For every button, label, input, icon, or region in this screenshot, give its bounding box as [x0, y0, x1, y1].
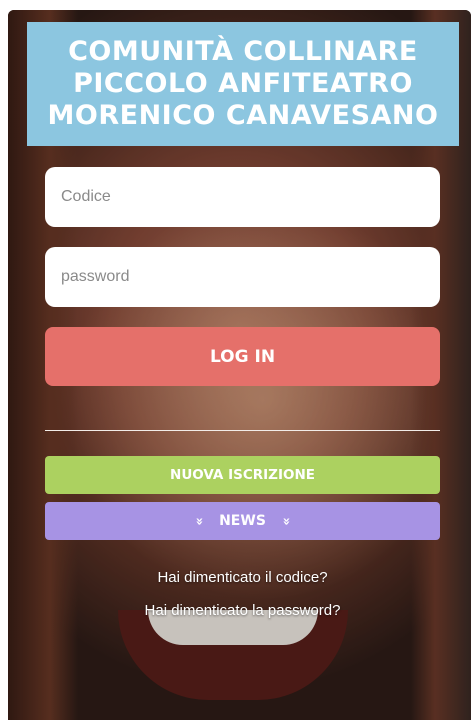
code-input[interactable]	[45, 167, 440, 227]
double-chevron-down-icon: »	[191, 516, 207, 526]
title-line-2: PICCOLO ANFITEATRO	[73, 68, 413, 99]
new-registration-label: NUOVA ISCRIZIONE	[170, 467, 315, 483]
app-title-banner: COMUNITÀ COLLINARE PICCOLO ANFITEATRO MO…	[27, 22, 459, 146]
forgot-password-link[interactable]: Hai dimenticato la password?	[45, 602, 440, 619]
forgot-code-link[interactable]: Hai dimenticato il codice?	[45, 569, 440, 586]
login-button-label: LOG IN	[209, 346, 276, 367]
login-button[interactable]: LOG IN	[45, 327, 440, 386]
double-chevron-down-icon: »	[278, 516, 294, 526]
divider	[45, 430, 440, 431]
title-line-1: COMUNITÀ COLLINARE	[68, 36, 418, 67]
news-button[interactable]: » NEWS »	[45, 502, 440, 540]
password-input[interactable]	[45, 247, 440, 307]
title-line-3: MORENICO CANAVESANO	[47, 100, 439, 131]
news-label: NEWS	[219, 513, 266, 529]
new-registration-button[interactable]: NUOVA ISCRIZIONE	[45, 456, 440, 494]
